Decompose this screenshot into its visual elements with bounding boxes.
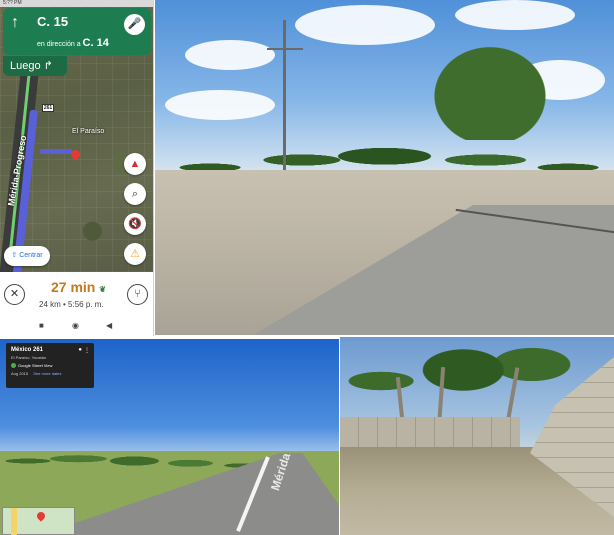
microphone-icon[interactable]: 🎤 — [124, 14, 145, 35]
provider-row: Google Street View — [11, 363, 89, 368]
mute-icon[interactable]: 🔇 — [124, 213, 146, 235]
street-view-logo-icon — [11, 363, 16, 368]
cloud — [295, 5, 435, 45]
trip-summary-panel: ✕ 27 min ❦ 24 km • 5:56 p. m. ⑂ — [0, 272, 153, 317]
straight-arrow-icon: ↑ — [11, 14, 19, 31]
provider-label: Google Street View — [18, 363, 53, 368]
block-wall-back — [340, 417, 520, 447]
cloud — [455, 0, 575, 30]
capture-date-row: Aug 2015 See more dates — [11, 371, 89, 376]
utility-pole — [283, 20, 286, 180]
status-bar: 5:?? PM — [0, 0, 153, 7]
navigation-arrow-icon: ⇧ — [11, 252, 18, 259]
highway-shield: 261 — [42, 104, 54, 112]
info-icon[interactable]: ● — [78, 347, 82, 353]
next-step-label: Luego — [10, 60, 41, 72]
system-navigation-bar: ■ ◉ ◀ — [0, 317, 153, 335]
next-step-banner[interactable]: Luego ↱ — [3, 56, 67, 76]
direction-street: C. 14 — [82, 37, 109, 49]
alternate-routes-icon[interactable]: ⑂ — [127, 284, 148, 305]
report-alert-icon[interactable]: ⚠ — [124, 243, 146, 265]
eco-leaf-icon: ❦ — [99, 285, 106, 294]
route-turn-segment — [40, 149, 72, 154]
photo-land-with-wall — [340, 337, 614, 535]
recenter-label: Centrar — [19, 252, 43, 259]
trip-details: 24 km • 5:56 p. m. — [39, 300, 104, 309]
recenter-button[interactable]: ⇧ Centrar — [4, 246, 50, 266]
turn-right-icon: ↱ — [43, 60, 53, 72]
recent-apps-icon[interactable]: ■ — [39, 321, 44, 330]
close-icon[interactable]: ✕ — [4, 284, 25, 305]
minimap-road — [11, 508, 17, 535]
instruction-direction: en dirección a C. 14 — [37, 37, 109, 49]
capture-date: Aug 2015 — [11, 371, 29, 376]
direction-prefix: en dirección a — [37, 41, 81, 48]
utility-pole-arm — [267, 48, 303, 50]
cloud — [185, 40, 275, 70]
home-icon[interactable]: ◉ — [72, 321, 79, 330]
back-icon[interactable]: ◀ — [106, 321, 112, 330]
photo-dirt-road — [155, 0, 614, 335]
eta-duration: 27 min ❦ — [51, 279, 106, 295]
navigation-instruction-banner[interactable]: ↑ C. 15 en dirección a C. 14 🎤 — [3, 8, 151, 55]
street-view-info-card: México 261 El Paraíso, Yucatán Google St… — [6, 343, 94, 388]
more-options-icon[interactable]: ⋮ — [84, 347, 90, 354]
location-title: México 261 — [11, 347, 44, 353]
search-icon[interactable]: ⌕ — [124, 183, 146, 205]
status-time: 5:?? PM — [3, 0, 22, 6]
see-more-dates-link[interactable]: See more dates — [33, 371, 61, 376]
compass-icon[interactable]: ▲ — [124, 153, 146, 175]
eta-value: 27 min — [51, 279, 96, 295]
location-subtitle: El Paraíso, Yucatán — [11, 355, 47, 360]
map-place-label: El Paraíso — [72, 128, 105, 135]
street-view-minimap[interactable] — [2, 507, 75, 535]
navigation-app-screen: 5:?? PM 261 El Paraíso Mérida-Progreso ↑… — [0, 0, 154, 336]
location-pin-icon — [35, 510, 47, 522]
instruction-street: C. 15 — [37, 14, 69, 29]
